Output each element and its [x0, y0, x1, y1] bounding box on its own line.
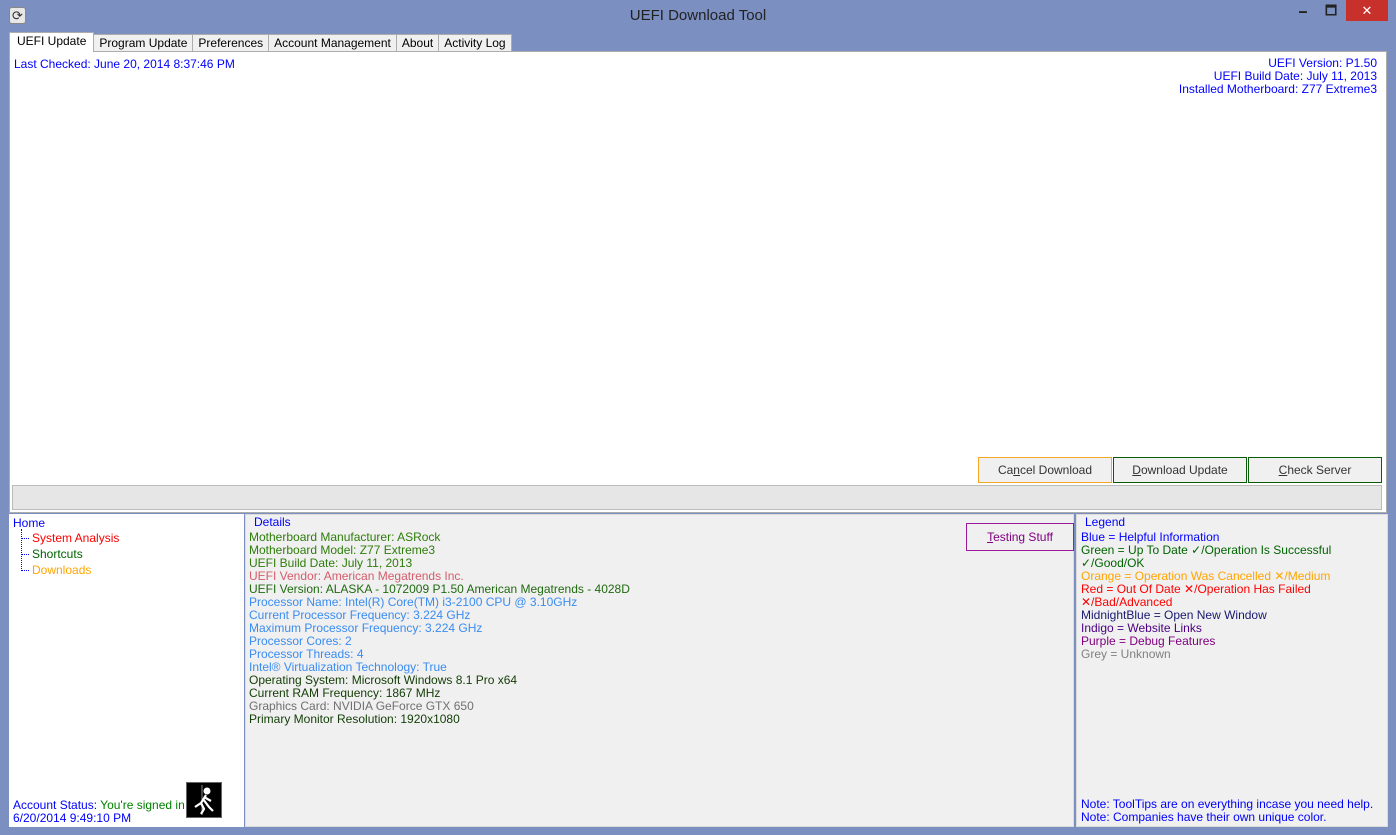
download-update-button[interactable]: Download Update: [1113, 457, 1247, 483]
cancel-download-button[interactable]: Cancel Download: [978, 457, 1112, 483]
tree-line: [21, 529, 22, 571]
label: ownload Update: [1140, 463, 1228, 477]
mnemonic: C: [1278, 463, 1288, 477]
label: esting Stuff: [993, 530, 1053, 544]
tree-line: [21, 570, 29, 571]
maximize-button[interactable]: 🗖: [1318, 0, 1344, 21]
account-status: Account Status: You're signed in ✓ 6/20/…: [13, 799, 198, 825]
tree-item-home[interactable]: Home: [13, 516, 45, 530]
details-groupbox: Details Motherboard Manufacturer: ASRock…: [245, 514, 1074, 827]
tree-item-downloads[interactable]: Downloads: [32, 563, 91, 577]
legend-list: Blue = Helpful Information Green = Up To …: [1081, 531, 1387, 661]
uefi-update-panel: Last Checked: June 20, 2014 8:37:46 PM U…: [9, 51, 1387, 513]
legend-groupbox: Legend Blue = Helpful Information Green =…: [1076, 514, 1388, 827]
label: Ca: [997, 463, 1014, 477]
last-checked: Last Checked: June 20, 2014 8:37:46 PM: [14, 57, 235, 71]
tab-program-update[interactable]: Program Update: [93, 34, 194, 52]
uefi-info: UEFI Version: P1.50 UEFI Build Date: Jul…: [1179, 57, 1377, 96]
legend-line: Red = Out Of Date ✕/Operation Has Failed…: [1081, 582, 1311, 609]
notes: Note: ToolTips are on everything incase …: [1081, 798, 1373, 824]
account-status-value: You're signed in ✓: [100, 798, 199, 812]
details-title: Details: [253, 515, 292, 529]
tree-line: [21, 538, 29, 539]
check-server-button[interactable]: Check Server: [1248, 457, 1382, 483]
details-list: Motherboard Manufacturer: ASRock Motherbo…: [249, 531, 630, 726]
mnemonic: D: [1132, 463, 1141, 477]
installed-motherboard: Installed Motherboard: Z77 Extreme3: [1178, 82, 1377, 96]
mnemonic: n: [1013, 463, 1020, 477]
logo-icon: [186, 782, 222, 818]
tab-activity-log[interactable]: Activity Log: [438, 34, 512, 52]
window-title: UEFI Download Tool: [629, 7, 767, 24]
tab-account-management[interactable]: Account Management: [268, 34, 397, 52]
detail-line: Primary Monitor Resolution: 1920x1080: [249, 712, 460, 726]
account-status-label: Account Status:: [13, 798, 101, 812]
testing-stuff-button[interactable]: Testing Stuff: [966, 523, 1074, 551]
navigation-tree: Home System Analysis Shortcuts Downloads…: [9, 514, 244, 827]
close-button[interactable]: ✕: [1346, 0, 1388, 21]
tab-uefi-update[interactable]: UEFI Update: [9, 32, 95, 52]
minimize-button[interactable]: 🗕: [1290, 0, 1316, 21]
title-bar: ⟳ UEFI Download Tool 🗕 🗖 ✕: [0, 0, 1396, 32]
tree-item-shortcuts[interactable]: Shortcuts: [32, 547, 83, 561]
tree-line: [21, 554, 29, 555]
label: heck Server: [1287, 463, 1352, 477]
account-timestamp: 6/20/2014 9:49:10 PM: [13, 811, 132, 825]
note-companies: Note: Companies have their own unique co…: [1081, 810, 1327, 824]
tree-item-system-analysis[interactable]: System Analysis: [32, 531, 119, 545]
tab-preferences[interactable]: Preferences: [192, 34, 270, 52]
label: cel Download: [1019, 463, 1093, 477]
download-progress-bar: [12, 485, 1382, 510]
tab-strip: UEFI Update Program Update Preferences A…: [9, 32, 512, 52]
tab-about[interactable]: About: [395, 34, 440, 52]
legend-line: Grey = Unknown: [1081, 647, 1171, 661]
legend-title: Legend: [1084, 515, 1127, 529]
legend-line: Green = Up To Date ✓/Operation Is Succes…: [1081, 543, 1332, 570]
